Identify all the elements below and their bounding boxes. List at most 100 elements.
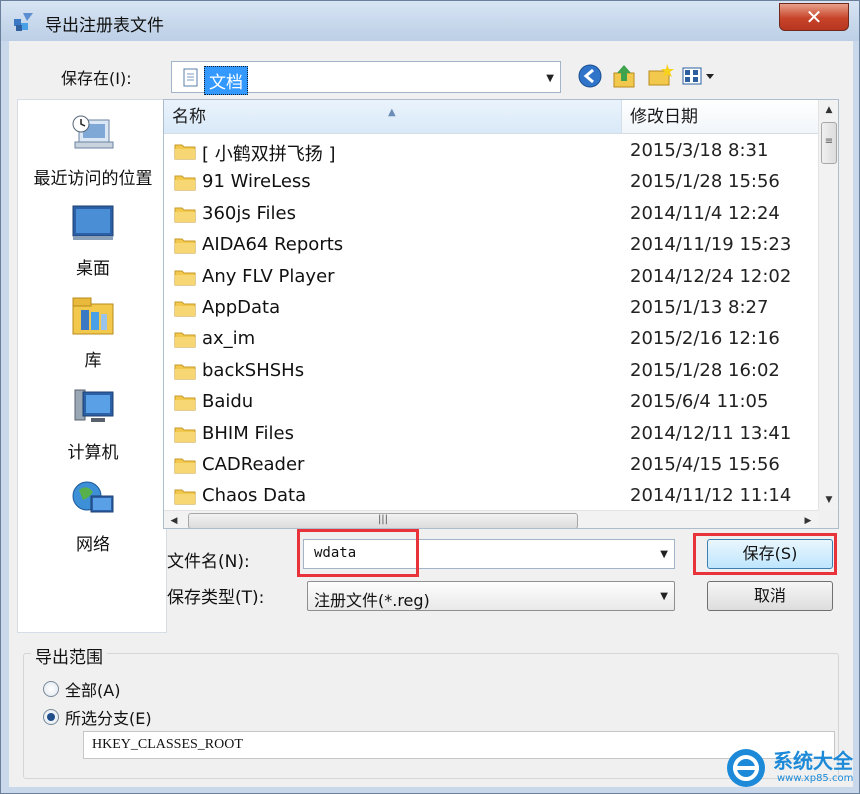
column-header-name[interactable]: ▲ 名称 xyxy=(164,100,622,134)
place-label: 库 xyxy=(84,351,102,371)
save-in-label: 保存在(I): xyxy=(61,69,132,88)
window-title: 导出注册表文件 xyxy=(45,16,164,36)
horizontal-scroll-thumb[interactable]: ||| xyxy=(188,513,578,528)
file-row[interactable]: [ 小鹤双拼飞扬 ] 2015/3/18 8:31 xyxy=(164,136,818,167)
folder-icon xyxy=(174,395,196,411)
radio-branch-label[interactable]: 所选分支(E) xyxy=(65,705,152,729)
view-menu-icon[interactable] xyxy=(679,61,719,91)
save-in-value: 文档 xyxy=(204,66,248,95)
file-date: 2015/1/28 16:02 xyxy=(630,359,780,381)
folder-icon xyxy=(174,238,196,254)
close-icon: ✕ xyxy=(805,5,823,29)
vertical-scrollbar[interactable]: ▲ ≡ ▼ xyxy=(818,100,838,510)
place-desktop[interactable]: 桌面 xyxy=(18,202,168,279)
branch-path-value: HKEY_CLASSES_ROOT xyxy=(92,737,243,752)
places-bar: 最近访问的位置 桌面 库 计算机 网络 xyxy=(17,99,167,633)
file-name: CADReader xyxy=(202,454,305,475)
file-date: 2015/1/13 8:27 xyxy=(630,297,769,318)
watermark: 系统大全 www.xp85.com xyxy=(723,745,857,791)
new-folder-icon[interactable] xyxy=(645,61,675,91)
chevron-down-icon[interactable]: ▼ xyxy=(660,591,668,602)
title-bar[interactable]: 导出注册表文件 ✕ xyxy=(1,1,859,41)
folder-icon xyxy=(174,144,196,160)
file-row[interactable]: 91 WireLess 2015/1/28 15:56 xyxy=(164,167,818,198)
place-recent[interactable]: 最近访问的位置 xyxy=(18,112,168,189)
scroll-down-icon[interactable]: ▼ xyxy=(819,490,838,510)
scrollbar-corner xyxy=(818,510,838,528)
file-name: Any FLV Player xyxy=(202,265,335,287)
file-row[interactable]: ax_im 2015/2/16 12:16 xyxy=(164,324,818,355)
save-in-combo[interactable]: 文档 ▼ xyxy=(171,61,561,95)
place-computer[interactable]: 计算机 xyxy=(18,386,168,463)
file-row[interactable]: CADReader 2015/4/15 15:56 xyxy=(164,450,818,481)
libraries-icon xyxy=(72,297,114,335)
documents-icon xyxy=(183,68,198,87)
file-date: 2014/11/12 11:14 xyxy=(630,485,792,507)
filename-highlight-box xyxy=(297,529,419,577)
radio-all-label[interactable]: 全部(A) xyxy=(65,677,120,701)
horizontal-scrollbar[interactable]: ◀ ||| ▶ xyxy=(164,510,818,528)
column-header-date[interactable]: 修改日期 xyxy=(622,100,818,134)
close-button[interactable]: ✕ xyxy=(779,3,849,31)
watermark-url: www.xp85.com xyxy=(777,773,854,784)
file-name: AppData xyxy=(202,297,281,318)
scroll-left-icon[interactable]: ◀ xyxy=(164,511,184,528)
radio-all[interactable] xyxy=(43,681,59,697)
file-name: AIDA64 Reports xyxy=(202,234,344,256)
save-highlight-box xyxy=(693,533,837,575)
up-folder-icon[interactable] xyxy=(609,61,639,91)
file-date: 2014/12/11 13:41 xyxy=(630,422,792,444)
file-row[interactable]: AppData 2015/1/13 8:27 xyxy=(164,293,818,324)
file-name: ax_im xyxy=(202,328,256,350)
file-name: [ 小鹤双拼飞扬 ] xyxy=(202,144,336,165)
computer-icon xyxy=(74,389,114,422)
file-name: Baidu xyxy=(202,391,254,413)
file-name: BHIM Files xyxy=(202,422,294,444)
chevron-down-icon[interactable]: ▼ xyxy=(546,73,554,84)
file-date: 2015/2/16 12:16 xyxy=(630,328,780,350)
scroll-up-icon[interactable]: ▲ xyxy=(819,100,838,120)
scroll-right-icon[interactable]: ▶ xyxy=(798,511,818,528)
watermark-title: 系统大全 xyxy=(773,749,853,773)
network-icon xyxy=(72,481,114,513)
file-date: 2014/11/4 12:24 xyxy=(630,202,780,224)
file-row[interactable]: Baidu 2015/6/4 11:05 xyxy=(164,387,818,418)
file-row[interactable]: 360js Files 2014/11/4 12:24 xyxy=(164,199,818,230)
chevron-down-icon[interactable]: ▼ xyxy=(660,549,668,560)
dialog-body: 保存在(I): 文档 ▼ 最近访问的位置 桌面 库 计算机 网络 ▲ 名称 修改… xyxy=(9,41,853,787)
file-row[interactable]: backSHSHs 2015/1/28 16:02 xyxy=(164,356,818,387)
folder-icon xyxy=(174,175,196,191)
file-type-label: 保存类型(T): xyxy=(167,588,265,608)
file-date: 2015/1/28 15:56 xyxy=(630,171,780,193)
place-libraries[interactable]: 库 xyxy=(18,294,168,371)
cancel-button[interactable]: 取消 xyxy=(707,581,833,611)
place-label: 桌面 xyxy=(76,259,110,279)
back-icon[interactable] xyxy=(575,61,605,91)
column-header-label: 修改日期 xyxy=(630,107,698,127)
recent-places-icon xyxy=(72,115,114,149)
file-name: Chaos Data xyxy=(202,485,307,507)
place-label: 网络 xyxy=(76,535,110,555)
file-row[interactable]: BHIM Files 2014/12/11 13:41 xyxy=(164,419,818,450)
file-row[interactable]: AIDA64 Reports 2014/11/19 15:23 xyxy=(164,230,818,261)
file-type-select[interactable]: 注册文件(*.reg) ▼ xyxy=(307,581,675,611)
file-date: 2015/3/18 8:31 xyxy=(630,140,769,161)
file-row[interactable]: Any FLV Player 2014/12/24 12:02 xyxy=(164,262,818,293)
file-list[interactable]: ▲ 名称 修改日期 [ 小鹤双拼飞扬 ] 2015/3/18 8:31 91 Wir… xyxy=(163,99,839,529)
folder-icon xyxy=(174,332,196,348)
folder-icon xyxy=(174,207,196,223)
export-range-title: 导出范围 xyxy=(31,643,107,668)
file-name: 91 WireLess xyxy=(202,171,311,193)
column-header-label: 名称 xyxy=(172,107,206,127)
desktop-icon xyxy=(72,205,114,240)
place-network[interactable]: 网络 xyxy=(18,478,168,555)
radio-selected-branch[interactable] xyxy=(43,709,59,725)
file-row[interactable]: Chaos Data 2014/11/12 11:14 xyxy=(164,481,818,512)
folder-icon xyxy=(174,364,196,380)
folder-icon xyxy=(174,270,196,286)
vertical-scroll-thumb[interactable]: ≡ xyxy=(821,122,837,164)
export-registry-dialog: 导出注册表文件 ✕ 保存在(I): 文档 ▼ 最近访问的位置 桌面 库 计算机 … xyxy=(0,0,860,794)
file-date: 2014/11/19 15:23 xyxy=(630,234,792,256)
file-name: backSHSHs xyxy=(202,359,305,381)
registry-editor-icon xyxy=(14,13,33,31)
